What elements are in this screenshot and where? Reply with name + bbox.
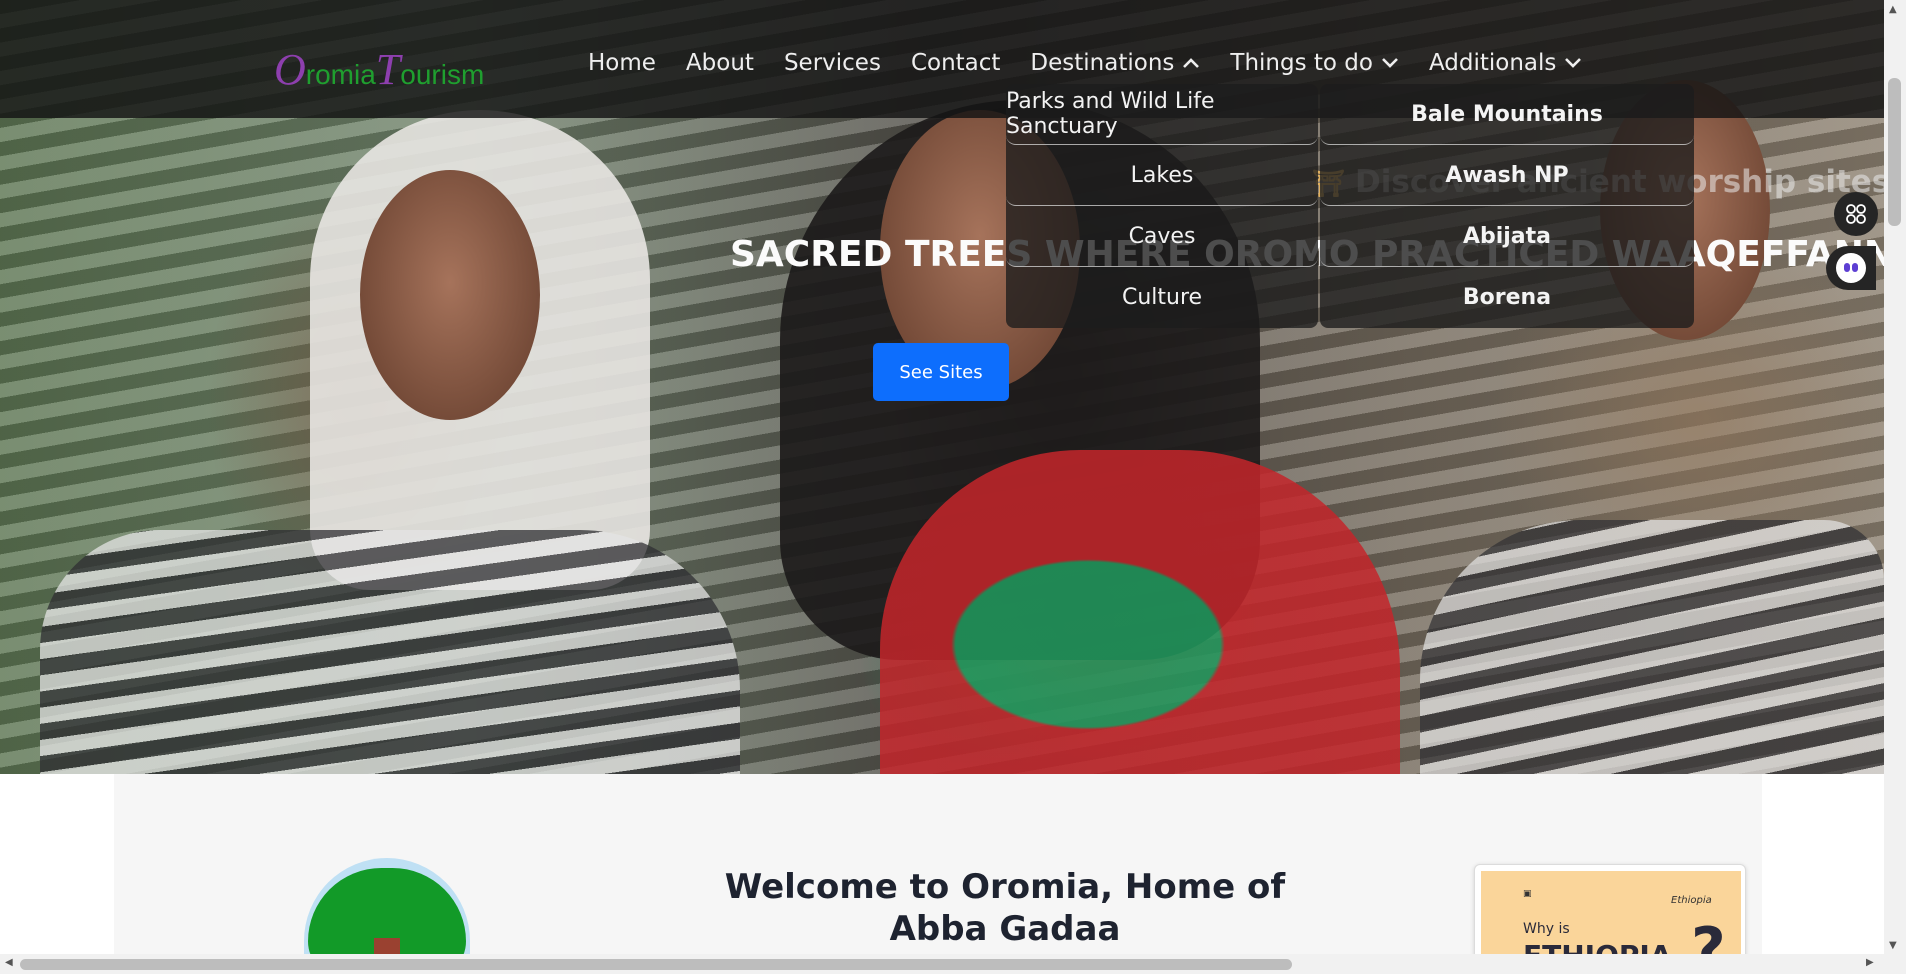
nav-home-label: Home	[588, 50, 656, 76]
site-logo[interactable]: OromiaTourism	[274, 44, 484, 95]
nav-additionals[interactable]: Additionals	[1429, 50, 1582, 76]
promo-image: ▣ Ethiopia Why is ETHIOPIA ?	[1481, 871, 1741, 965]
chevron-up-icon	[1183, 58, 1200, 68]
destinations-dropdown-categories: Parks and Wild Life Sanctuary Lakes Cave…	[1006, 84, 1318, 328]
scroll-left-arrow-icon[interactable]: ◀	[5, 957, 13, 968]
scroll-up-arrow-icon[interactable]: ▲	[1889, 4, 1897, 15]
apps-grid-icon[interactable]	[1834, 192, 1878, 236]
dropdown-item-lakes[interactable]: Lakes	[1006, 145, 1318, 206]
dropdown-item-borena[interactable]: Borena	[1320, 267, 1694, 328]
chevron-down-icon	[1565, 58, 1582, 68]
hero-image-shirt-right	[1420, 520, 1884, 774]
main-nav: Home About Services Contact Destinations…	[588, 50, 1582, 76]
nav-things-to-do[interactable]: Things to do	[1230, 50, 1399, 76]
nav-about[interactable]: About	[686, 50, 754, 76]
dropdown-item-parks[interactable]: Parks and Wild Life Sanctuary	[1006, 84, 1318, 145]
nav-contact[interactable]: Contact	[911, 50, 1000, 76]
hero-image-shirt-left	[40, 530, 740, 774]
chatbot-face-icon	[1836, 253, 1866, 283]
promo-small-logo: ▣	[1523, 889, 1532, 899]
nav-home[interactable]: Home	[588, 50, 656, 76]
nav-about-label: About	[685, 50, 754, 76]
logo-letter-t: T	[375, 45, 401, 94]
promo-card[interactable]: ▣ Ethiopia Why is ETHIOPIA ?	[1474, 864, 1746, 965]
dropdown-item-culture[interactable]: Culture	[1006, 267, 1318, 328]
dropdown-item-abijata[interactable]: Abijata	[1320, 206, 1694, 267]
scroll-right-arrow-icon[interactable]: ▶	[1866, 957, 1874, 968]
see-sites-button[interactable]: See Sites	[873, 343, 1009, 401]
scroll-down-arrow-icon[interactable]: ▼	[1889, 940, 1897, 951]
nav-additionals-label: Additionals	[1428, 50, 1557, 76]
logo-letter-o: O	[274, 45, 306, 94]
destinations-dropdown-places: Bale Mountains Awash NP Abijata Borena	[1320, 84, 1694, 328]
nav-services[interactable]: Services	[784, 50, 881, 76]
vertical-scrollbar[interactable]: ▲ ▼	[1884, 0, 1906, 954]
nav-services-label: Services	[783, 50, 881, 76]
horizontal-scrollbar[interactable]: ◀ ▶	[0, 954, 1906, 974]
promo-brand: Ethiopia	[1671, 895, 1712, 906]
logo-text-romia: romia	[305, 59, 376, 90]
dropdown-item-awash-np[interactable]: Awash NP	[1320, 145, 1694, 206]
dropdown-item-caves[interactable]: Caves	[1006, 206, 1318, 267]
apps-grid-glyph	[1846, 204, 1866, 224]
horizontal-scroll-thumb[interactable]	[20, 959, 1292, 970]
nav-destinations-label: Destinations	[1030, 50, 1175, 76]
chevron-down-icon	[1382, 58, 1398, 68]
nav-contact-label: Contact	[910, 50, 1001, 76]
logo-text-ourism: ourism	[400, 59, 485, 90]
vertical-scroll-thumb[interactable]	[1888, 78, 1901, 226]
chatbot-icon[interactable]	[1826, 246, 1876, 290]
promo-why-text: Why is	[1523, 921, 1570, 937]
nav-destinations[interactable]: Destinations	[1030, 50, 1200, 76]
hero-title: SACRED TREES WHERE OROMO PRACTICED WAAQE…	[730, 234, 1906, 275]
hero-image-face-left	[360, 170, 540, 420]
dropdown-item-bale-mountains[interactable]: Bale Mountains	[1320, 84, 1694, 145]
nav-things-to-do-label: Things to do	[1230, 50, 1373, 76]
welcome-heading: Welcome to Oromia, Home of Abba Gadaa	[724, 867, 1286, 949]
